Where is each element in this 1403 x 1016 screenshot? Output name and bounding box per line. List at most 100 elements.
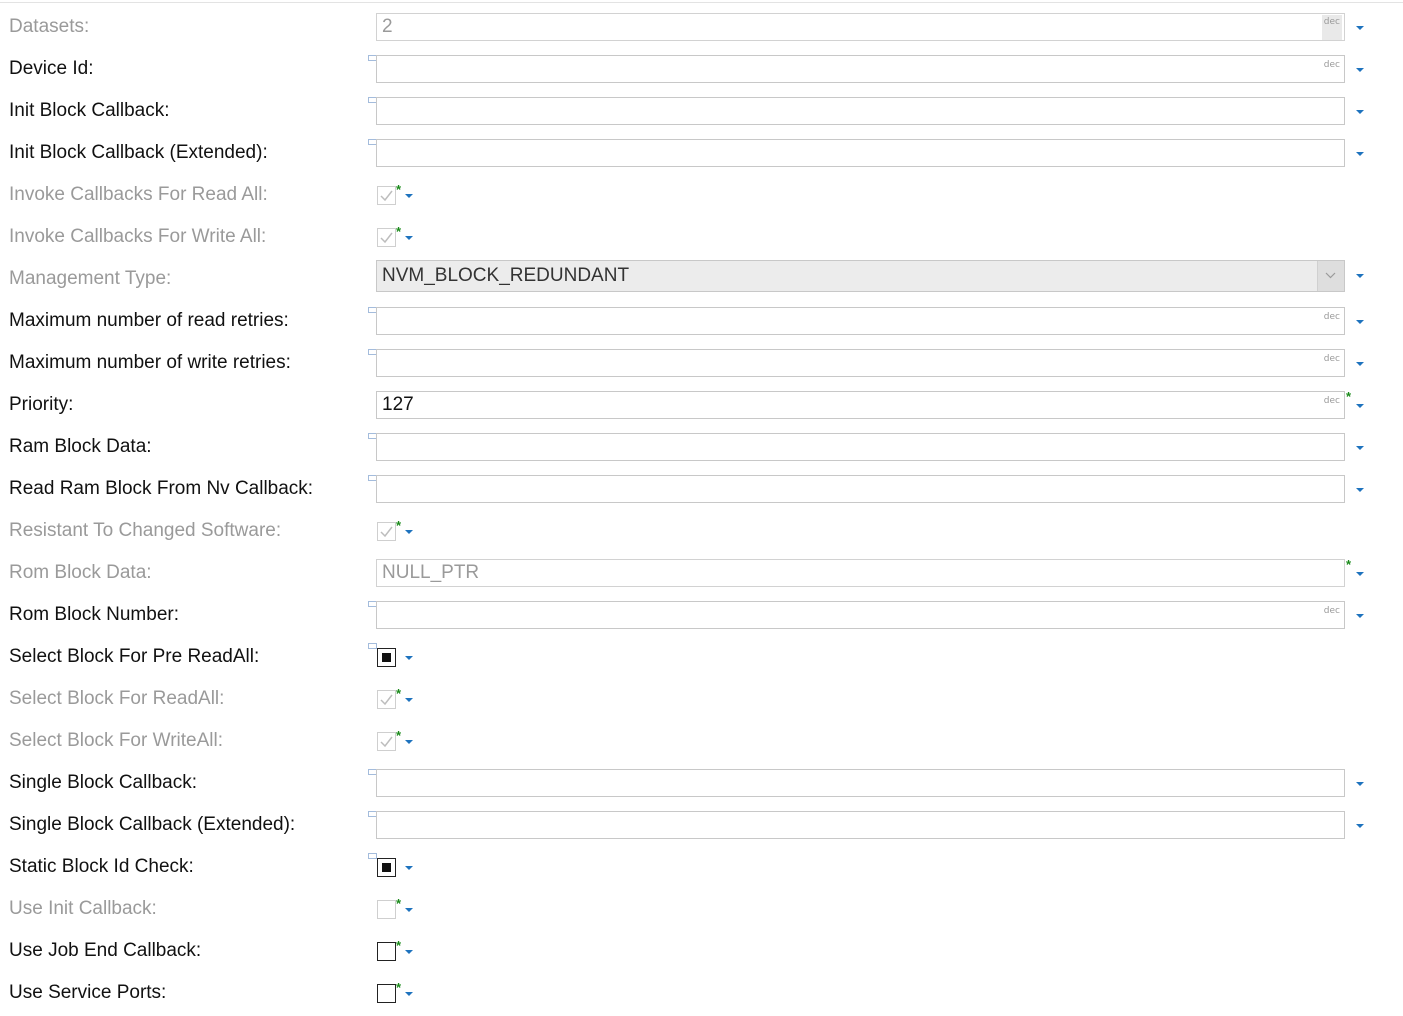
chevron-down-icon[interactable]	[404, 739, 414, 745]
invoke-callbacks-write-all-label: Invoke Callbacks For Write All:	[9, 226, 267, 247]
single-block-callback-extended-field[interactable]	[376, 811, 1345, 839]
single-block-callback-field[interactable]	[376, 769, 1345, 797]
chevron-down-icon[interactable]	[404, 235, 414, 241]
row-max-read-retries: Maximum number of read retries: dec	[0, 300, 1403, 342]
row-rom-block-data: Rom Block Data: NULL_PTR *	[0, 552, 1403, 594]
datasets-field: 2 dec	[376, 13, 1345, 41]
use-job-end-callback-checkbox[interactable]	[377, 942, 396, 961]
chevron-down-icon[interactable]	[1355, 445, 1365, 451]
resistant-to-changed-software-checkbox	[377, 522, 396, 541]
select-block-pre-readall-checkbox[interactable]	[377, 648, 396, 667]
chevron-down-icon[interactable]	[404, 865, 414, 871]
read-ram-block-from-nv-callback-field[interactable]	[376, 475, 1345, 503]
row-init-block-callback: Init Block Callback:	[0, 90, 1403, 132]
row-datasets: Datasets: 2 dec	[0, 6, 1403, 48]
row-max-write-retries: Maximum number of write retries: dec	[0, 342, 1403, 384]
use-service-ports-checkbox[interactable]	[377, 984, 396, 1003]
chevron-down-icon[interactable]	[404, 529, 414, 535]
chevron-down-icon[interactable]	[404, 907, 414, 913]
chevron-down-icon[interactable]	[1355, 571, 1365, 577]
chevron-down-icon[interactable]	[1355, 823, 1365, 829]
select-block-pre-readall-label: Select Block For Pre ReadAll:	[9, 646, 260, 667]
rom-block-number-field[interactable]: dec	[376, 601, 1345, 629]
checkmark-icon	[380, 526, 393, 538]
dec-format-badge: dec	[1323, 354, 1340, 364]
chevron-down-icon[interactable]	[404, 193, 414, 199]
row-use-init-callback: Use Init Callback: *	[0, 888, 1403, 930]
row-select-block-pre-readall: Select Block For Pre ReadAll:	[0, 636, 1403, 678]
chevron-down-icon[interactable]	[404, 655, 414, 661]
chevron-down-icon[interactable]	[1355, 613, 1365, 619]
dec-format-badge: dec	[1323, 606, 1340, 616]
invoke-callbacks-write-all-checkbox	[377, 228, 396, 247]
invoke-callbacks-read-all-checkbox	[377, 186, 396, 205]
checkmark-icon	[380, 232, 393, 244]
chevron-down-icon[interactable]	[1355, 109, 1365, 115]
combo-button	[1317, 261, 1344, 291]
max-read-retries-label: Maximum number of read retries:	[9, 310, 289, 331]
row-single-block-callback-extended: Single Block Callback (Extended):	[0, 804, 1403, 846]
select-block-readall-label: Select Block For ReadAll:	[9, 688, 225, 709]
single-block-callback-label: Single Block Callback:	[9, 772, 197, 793]
checkmark-icon	[380, 190, 393, 202]
row-priority: Priority: 127 dec *	[0, 384, 1403, 426]
row-use-job-end-callback: Use Job End Callback: *	[0, 930, 1403, 972]
row-select-block-writeall: Select Block For WriteAll: *	[0, 720, 1403, 762]
datasets-label: Datasets:	[9, 16, 90, 37]
management-type-select: NVM_BLOCK_REDUNDANT	[376, 260, 1345, 292]
default-value-marker: *	[396, 686, 402, 701]
chevron-down-icon[interactable]	[1355, 273, 1365, 279]
dec-format-badge: dec	[1323, 396, 1340, 406]
chevron-down-icon[interactable]	[404, 991, 414, 997]
dec-format-badge: dec	[1321, 15, 1342, 40]
use-job-end-callback-label: Use Job End Callback:	[9, 940, 202, 961]
chevron-down-icon[interactable]	[1355, 25, 1365, 31]
priority-field[interactable]: 127 dec	[376, 391, 1345, 419]
chevron-down-icon[interactable]	[1355, 403, 1365, 409]
reference-icon	[368, 853, 377, 859]
chevron-down-icon	[1325, 272, 1336, 279]
init-block-callback-extended-field[interactable]	[376, 139, 1345, 167]
default-value-marker: *	[396, 182, 402, 197]
select-block-readall-checkbox	[377, 690, 396, 709]
row-rom-block-number: Rom Block Number: dec	[0, 594, 1403, 636]
default-value-marker: *	[396, 980, 402, 995]
row-ram-block-data: Ram Block Data:	[0, 426, 1403, 468]
priority-label: Priority:	[9, 394, 74, 415]
chevron-down-icon[interactable]	[404, 949, 414, 955]
default-value-marker: *	[396, 224, 402, 239]
single-block-callback-extended-label: Single Block Callback (Extended):	[9, 814, 296, 835]
chevron-down-icon[interactable]	[1355, 781, 1365, 787]
init-block-callback-field[interactable]	[376, 97, 1345, 125]
row-static-block-id-check: Static Block Id Check:	[0, 846, 1403, 888]
chevron-down-icon[interactable]	[1355, 67, 1365, 73]
default-value-marker: *	[396, 896, 402, 911]
chevron-down-icon[interactable]	[1355, 487, 1365, 493]
checked-indicator	[382, 863, 391, 872]
chevron-down-icon[interactable]	[1355, 361, 1365, 367]
select-block-writeall-checkbox	[377, 732, 396, 751]
device-id-label: Device Id:	[9, 58, 94, 79]
ram-block-data-label: Ram Block Data:	[9, 436, 152, 457]
use-service-ports-label: Use Service Ports:	[9, 982, 167, 1003]
max-write-retries-field[interactable]: dec	[376, 349, 1345, 377]
chevron-down-icon[interactable]	[1355, 151, 1365, 157]
chevron-down-icon[interactable]	[404, 697, 414, 703]
rom-block-number-label: Rom Block Number:	[9, 604, 179, 625]
default-value-marker: *	[1346, 557, 1352, 572]
static-block-id-check-checkbox[interactable]	[377, 858, 396, 877]
rom-block-data-field: NULL_PTR	[376, 559, 1345, 587]
top-divider	[0, 2, 1403, 3]
init-block-callback-label: Init Block Callback:	[9, 100, 170, 121]
row-use-service-ports: Use Service Ports: *	[0, 972, 1403, 1014]
chevron-down-icon[interactable]	[1355, 319, 1365, 325]
checked-indicator	[382, 653, 391, 662]
max-read-retries-field[interactable]: dec	[376, 307, 1345, 335]
default-value-marker: *	[1346, 389, 1352, 404]
ram-block-data-field[interactable]	[376, 433, 1345, 461]
row-invoke-callbacks-write-all: Invoke Callbacks For Write All: *	[0, 216, 1403, 258]
use-init-callback-checkbox	[377, 900, 396, 919]
device-id-field[interactable]: dec	[376, 55, 1345, 83]
default-value-marker: *	[396, 728, 402, 743]
static-block-id-check-label: Static Block Id Check:	[9, 856, 194, 877]
